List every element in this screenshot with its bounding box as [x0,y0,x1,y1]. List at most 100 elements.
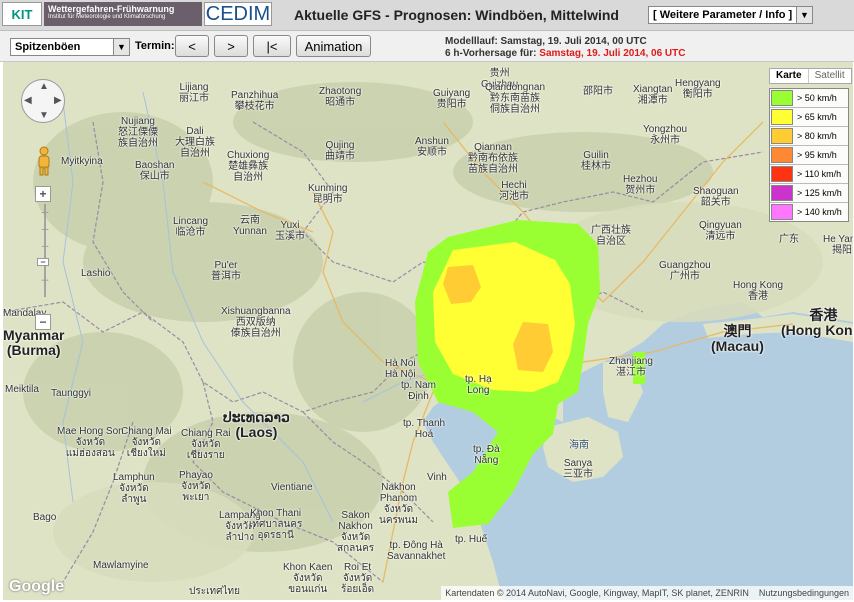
map-label-vientiane: Vientiane [271,482,313,493]
map-label-maehongson: Mae Hong Son จังหวัด แม่ฮ่องสอน [57,426,124,459]
pan-up-icon[interactable]: ▲ [39,81,49,92]
zoom-slider-handle[interactable]: − [37,257,49,267]
map-label-guangdong: 广东 [779,234,799,245]
zoom-in-button[interactable]: + [35,186,51,202]
chevron-down-icon: ▼ [113,39,129,55]
cedim-logo[interactable]: CEDIM [204,2,272,26]
model-info: Modelllauf: Samstag, 19. Juli 2014, 00 U… [445,36,685,60]
pan-control[interactable]: ▲ ▼ ◀ ▶ [21,79,65,123]
kit-logo[interactable]: KIT [2,2,42,26]
toolbar: Spitzenböen ▼ Termin: < > |< Animation M… [0,31,854,62]
map-label-zhaotong: Zhaotong 昭通市 [319,86,362,108]
map-label-nakhon: Nakhon Phanom จังหวัด นครพนม [379,482,418,526]
variable-select-label: Spitzenböen [15,41,81,53]
parameter-select[interactable]: [ Weitere Parameter / Info ] ▼ [648,6,813,24]
legend-label: > 80 km/h [797,131,837,141]
map-label-guilin: Guilin 桂林市 [581,150,611,172]
map-label-vinh: Vinh [427,472,447,483]
pan-right-icon[interactable]: ▶ [54,95,62,106]
map-label-lijiang: Lijiang 丽江市 [179,82,209,104]
legend-row: > 110 km/h [770,165,848,184]
wind-contour-65 [433,242,575,392]
map-label-kunming: Kunming 昆明市 [308,183,348,205]
map-label-taunggyi: Taunggyi [51,388,92,399]
map-label-hongkong: 香港(Hong Kong) [781,307,853,338]
map-label-yuxi: Yuxi 玉溪市 [275,220,305,242]
legend-swatch [771,166,793,182]
legend-label: > 65 km/h [797,112,837,122]
map-label-anshun: Anshun 安顺市 [415,136,449,158]
google-logo[interactable]: Google [9,578,64,596]
map-label-yongzhou: Yongzhou 永州市 [643,124,688,146]
map-label-puer: Pu'er 普洱市 [211,260,241,282]
map-label-chuxiong: Chuxiong 楚雄彝族 自治州 [227,150,270,183]
map-label-namdinh: tp. Nam Định [401,380,437,402]
map-canvas[interactable]: Myanmar (Burma) ປະເທດລາວ (Laos) 贵州 Guizhou … [3,62,853,600]
warnung-logo[interactable]: Wettergefahren-Frühwarnung Institut für … [44,2,202,26]
map-label-sakon: Sakon Nakhon จังหวัด สกลนคร [337,510,375,554]
map-label-guangzhou: Guangzhou 广州市 [659,260,711,282]
map-label-guangxi: 广西壮族 自治区 [591,225,631,247]
map-label-mawlamyine: Mawlamyine [93,560,149,571]
map-label-khonkaen: Khon Kaen จังหวัด ขอนแก่น [283,562,333,595]
map-label-dali: Dali 大理白族 自治州 [175,126,215,159]
previous-button[interactable]: < [175,35,209,57]
legend-label: > 140 km/h [797,207,842,217]
map-label-qujing: Qujing 曲靖市 [325,140,355,162]
legend-row: > 65 km/h [770,108,848,127]
map-label-macau: 澳門 (Macau) [711,323,764,354]
map-label-qingyuan: Qingyuan 清远市 [699,220,742,242]
pan-left-icon[interactable]: ◀ [24,95,32,106]
legend-row: > 95 km/h [770,146,848,165]
variable-select[interactable]: Spitzenböen ▼ [10,38,130,56]
legend-row: > 125 km/h [770,184,848,203]
map-label-danang: tp. Đà Nẵng [473,444,500,466]
map-label-shaoguan: Shaoguan 韶关市 [693,186,739,208]
map-label-hengyang: Hengyang 衡阳市 [675,78,721,100]
legend-label: > 125 km/h [797,188,842,198]
map-label-thailand: ประเทศไทย [189,586,240,597]
legend-label: > 110 km/h [797,169,842,179]
model-run-text: Modelllauf: Samstag, 19. Juli 2014, 00 U… [445,36,647,47]
wind-legend: > 50 km/h > 65 km/h > 80 km/h > 95 km/h … [769,88,849,222]
map-label-bago: Bago [33,512,57,523]
legend-row: > 140 km/h [770,203,848,221]
map-label-hezhou: Hezhou 贺州市 [623,174,658,196]
map-label-panzhihua: Panzhihua 攀枝花市 [231,90,279,112]
forecast-prefix: 6 h-Vorhersage für: [445,48,537,59]
zoom-out-button[interactable]: − [35,314,51,330]
legend-label: > 95 km/h [797,150,837,160]
map-label-sanya: Sanya 三亚市 [563,458,593,480]
attribution-text: Kartendaten © 2014 AutoNavi, Google, Kin… [445,588,749,598]
map-label-lamphun: Lamphun จังหวัด ลำพูน [113,472,155,505]
first-button[interactable]: |< [253,35,291,57]
legend-swatch [771,185,793,201]
chevron-down-icon: ▼ [796,7,812,23]
legend-swatch [771,204,793,220]
map-label-thanhhoa: tp. Thanh Hoá [403,418,446,440]
map-label-guiyang: Guiyang 贵阳市 [433,88,471,110]
street-view-pegman-icon[interactable] [36,146,52,176]
animation-button[interactable]: Animation [296,35,371,57]
legend-swatch [771,90,793,106]
legend-swatch [771,147,793,163]
map-label-shaoyang: 邵阳市 [583,86,613,97]
terms-link[interactable]: Nutzungsbedingungen [759,588,849,598]
map-type-satellit[interactable]: Satellit [809,69,851,83]
map-type-karte[interactable]: Karte [770,69,809,83]
map-label-xiangtan: Xiangtan 湘潭市 [633,84,673,106]
warnung-logo-subtitle: Institut für Meteorologie und Klimaforsc… [48,14,166,20]
forecast-line: 6 h-Vorhersage für: Samstag, 19. Juli 20… [445,48,685,60]
map-label-qiandongnan: Qiandongnan 黔东南苗族 侗族自治州 [485,82,546,115]
next-button[interactable]: > [214,35,248,57]
pan-down-icon[interactable]: ▼ [39,110,49,121]
map-label-meiktila: Meiktila [5,384,39,395]
map-label-lashio: Lashio [81,268,111,279]
legend-swatch [771,128,793,144]
map-label-chiangrai: Chiang Rai จังหวัด เชียงราย [181,428,231,461]
map-label-roiet: Roi Et จังหวัด ร้อยเอ็ด [341,562,375,595]
map-attribution: Kartendaten © 2014 AutoNavi, Google, Kin… [441,586,853,600]
page-title: Aktuelle GFS - Prognosen: Windböen, Mitt… [294,7,619,23]
legend-row: > 80 km/h [770,127,848,146]
warnung-logo-title: Wettergefahren-Frühwarnung [48,4,175,14]
